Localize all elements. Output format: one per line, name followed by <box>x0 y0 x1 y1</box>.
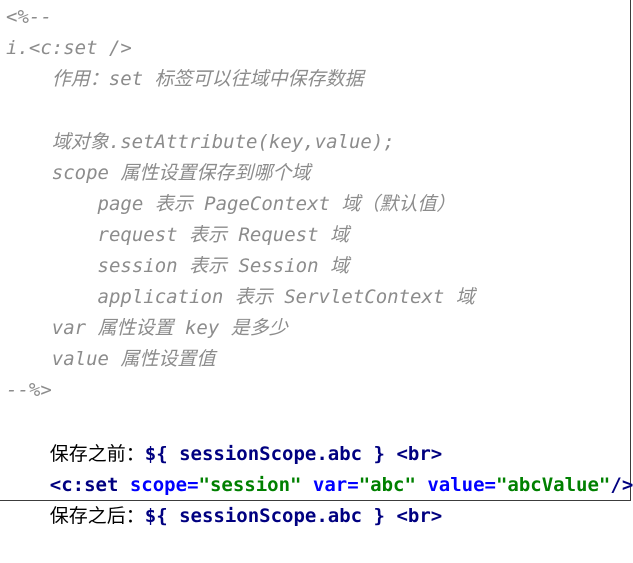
value-abcvalue: "abcValue" <box>495 474 611 496</box>
br-tag: <br> <box>396 505 443 527</box>
comment-line: value 属性设置值 <box>6 348 216 370</box>
comment-line: 作用：set 标签可以往域中保存数据 <box>6 68 364 90</box>
code-editor[interactable]: <%-- i.<c:set /> 作用：set 标签可以往域中保存数据 域对象.… <box>0 0 633 527</box>
code-line-after: 保存之后：${ sessionScope.abc } <br> <box>4 470 442 527</box>
comment-line: 域对象.setAttribute(key,value); <box>6 131 395 153</box>
code-line-set-tag: <c:set scope="session" var="abc" value="… <box>49 474 633 496</box>
comment-line: i.<c:set /> <box>6 37 132 59</box>
el-expression: ${ sessionScope.abc } <box>144 505 385 527</box>
comment-line: application 表示 ServletContext 域 <box>6 286 475 308</box>
code-line-before: 保存之前：${ sessionScope.abc } <br> <box>4 408 442 465</box>
comment-line: scope 属性设置保存到哪个域 <box>6 162 311 184</box>
comment-line: <%-- <box>6 6 52 28</box>
comment-line: --%> <box>6 379 52 401</box>
comment-line: page 表示 PageContext 域（默认值） <box>6 193 456 215</box>
comment-line: session 表示 Session 域 <box>6 255 349 277</box>
text-after-label: 保存之后： <box>49 505 145 527</box>
comment-line: request 表示 Request 域 <box>6 224 349 246</box>
comment-line: var 属性设置 key 是多少 <box>6 317 288 339</box>
